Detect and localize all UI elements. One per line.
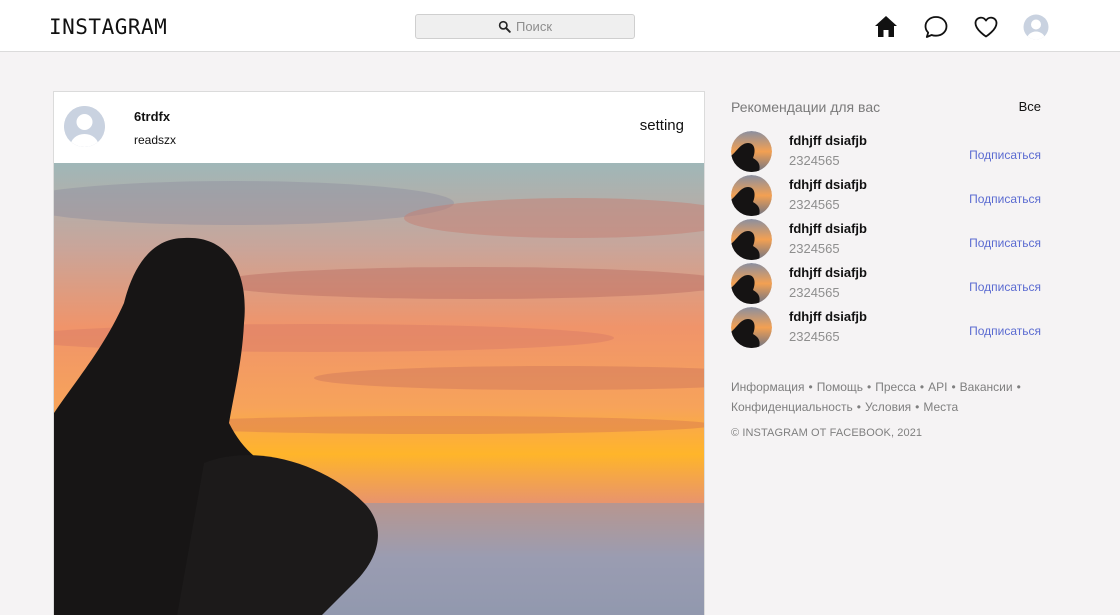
copyright-text: © INSTAGRAM ОТ FACEBOOK, 2021 <box>731 427 923 439</box>
see-all-link[interactable]: Все <box>1019 99 1041 114</box>
suggestion-avatar[interactable] <box>731 263 772 304</box>
footer-links: Информация • Помощь • Пресса • API • Вакансии • Ко… <box>731 377 1051 417</box>
separator-dot: • <box>915 400 920 414</box>
suggestion-count: 2324565 <box>789 285 840 300</box>
messages-icon[interactable] <box>923 14 949 40</box>
search-input[interactable]: Поиск <box>415 14 635 39</box>
heart-icon[interactable] <box>973 14 999 40</box>
suggestion-name[interactable]: fdhjff dsiafjb <box>789 177 867 192</box>
post-card: 6trdfx readszx setting <box>53 91 705 615</box>
separator-dot: • <box>1016 380 1021 394</box>
follow-button[interactable]: Подписаться <box>969 324 1041 338</box>
follow-button[interactable]: Подписаться <box>969 148 1041 162</box>
footer-link-api[interactable]: API <box>928 380 947 394</box>
post-subtitle: readszx <box>134 133 177 147</box>
suggestion-avatar[interactable] <box>731 131 772 172</box>
suggestion-avatar[interactable] <box>731 175 772 216</box>
post-settings-button[interactable]: setting <box>640 117 684 134</box>
suggestion-item: fdhjff dsiafjb 2324565 Подписаться <box>731 307 1041 349</box>
suggestion-name[interactable]: fdhjff dsiafjb <box>789 221 867 236</box>
footer-link-jobs[interactable]: Вакансии <box>960 380 1013 394</box>
footer-link-info[interactable]: Информация <box>731 380 804 394</box>
suggestion-name[interactable]: fdhjff dsiafjb <box>789 265 867 280</box>
follow-button[interactable]: Подписаться <box>969 280 1041 294</box>
suggestion-avatar[interactable] <box>731 307 772 348</box>
footer-link-help[interactable]: Помощь <box>817 380 863 394</box>
suggestion-item: fdhjff dsiafjb 2324565 Подписаться <box>731 175 1041 217</box>
instagram-logo[interactable]: INSTAGRAM <box>49 15 167 39</box>
top-navbar: INSTAGRAM Поиск <box>0 0 1120 52</box>
suggestion-name[interactable]: fdhjff dsiafjb <box>789 133 867 148</box>
footer-link-press[interactable]: Пресса <box>875 380 916 394</box>
home-icon[interactable] <box>873 14 899 40</box>
post-username[interactable]: 6trdfx <box>134 109 170 124</box>
suggestion-item: fdhjff dsiafjb 2324565 Подписаться <box>731 219 1041 261</box>
profile-avatar[interactable] <box>1023 14 1049 40</box>
suggestion-item: fdhjff dsiafjb 2324565 Подписаться <box>731 131 1041 173</box>
suggestion-name[interactable]: fdhjff dsiafjb <box>789 309 867 324</box>
separator-dot: • <box>808 380 813 394</box>
suggestion-count: 2324565 <box>789 329 840 344</box>
post-author-avatar[interactable] <box>64 106 105 147</box>
follow-button[interactable]: Подписаться <box>969 236 1041 250</box>
separator-dot: • <box>856 400 861 414</box>
separator-dot: • <box>951 380 956 394</box>
footer-link-privacy[interactable]: Конфиденциальность <box>731 400 853 414</box>
post-photo[interactable] <box>54 163 705 615</box>
suggestion-count: 2324565 <box>789 197 840 212</box>
suggestion-avatar[interactable] <box>731 219 772 260</box>
suggestion-item: fdhjff dsiafjb 2324565 Подписаться <box>731 263 1041 305</box>
post-header: 6trdfx readszx setting <box>54 92 704 163</box>
footer-link-terms[interactable]: Условия <box>865 400 911 414</box>
separator-dot: • <box>919 380 925 394</box>
separator-dot: • <box>867 380 872 394</box>
follow-button[interactable]: Подписаться <box>969 192 1041 206</box>
search-placeholder: Поиск <box>515 19 553 34</box>
footer-link-places[interactable]: Места <box>923 400 958 414</box>
suggestions-title: Рекомендации для вас <box>731 99 881 115</box>
search-icon <box>498 20 511 33</box>
suggestion-count: 2324565 <box>789 241 840 256</box>
suggestion-count: 2324565 <box>789 153 840 168</box>
